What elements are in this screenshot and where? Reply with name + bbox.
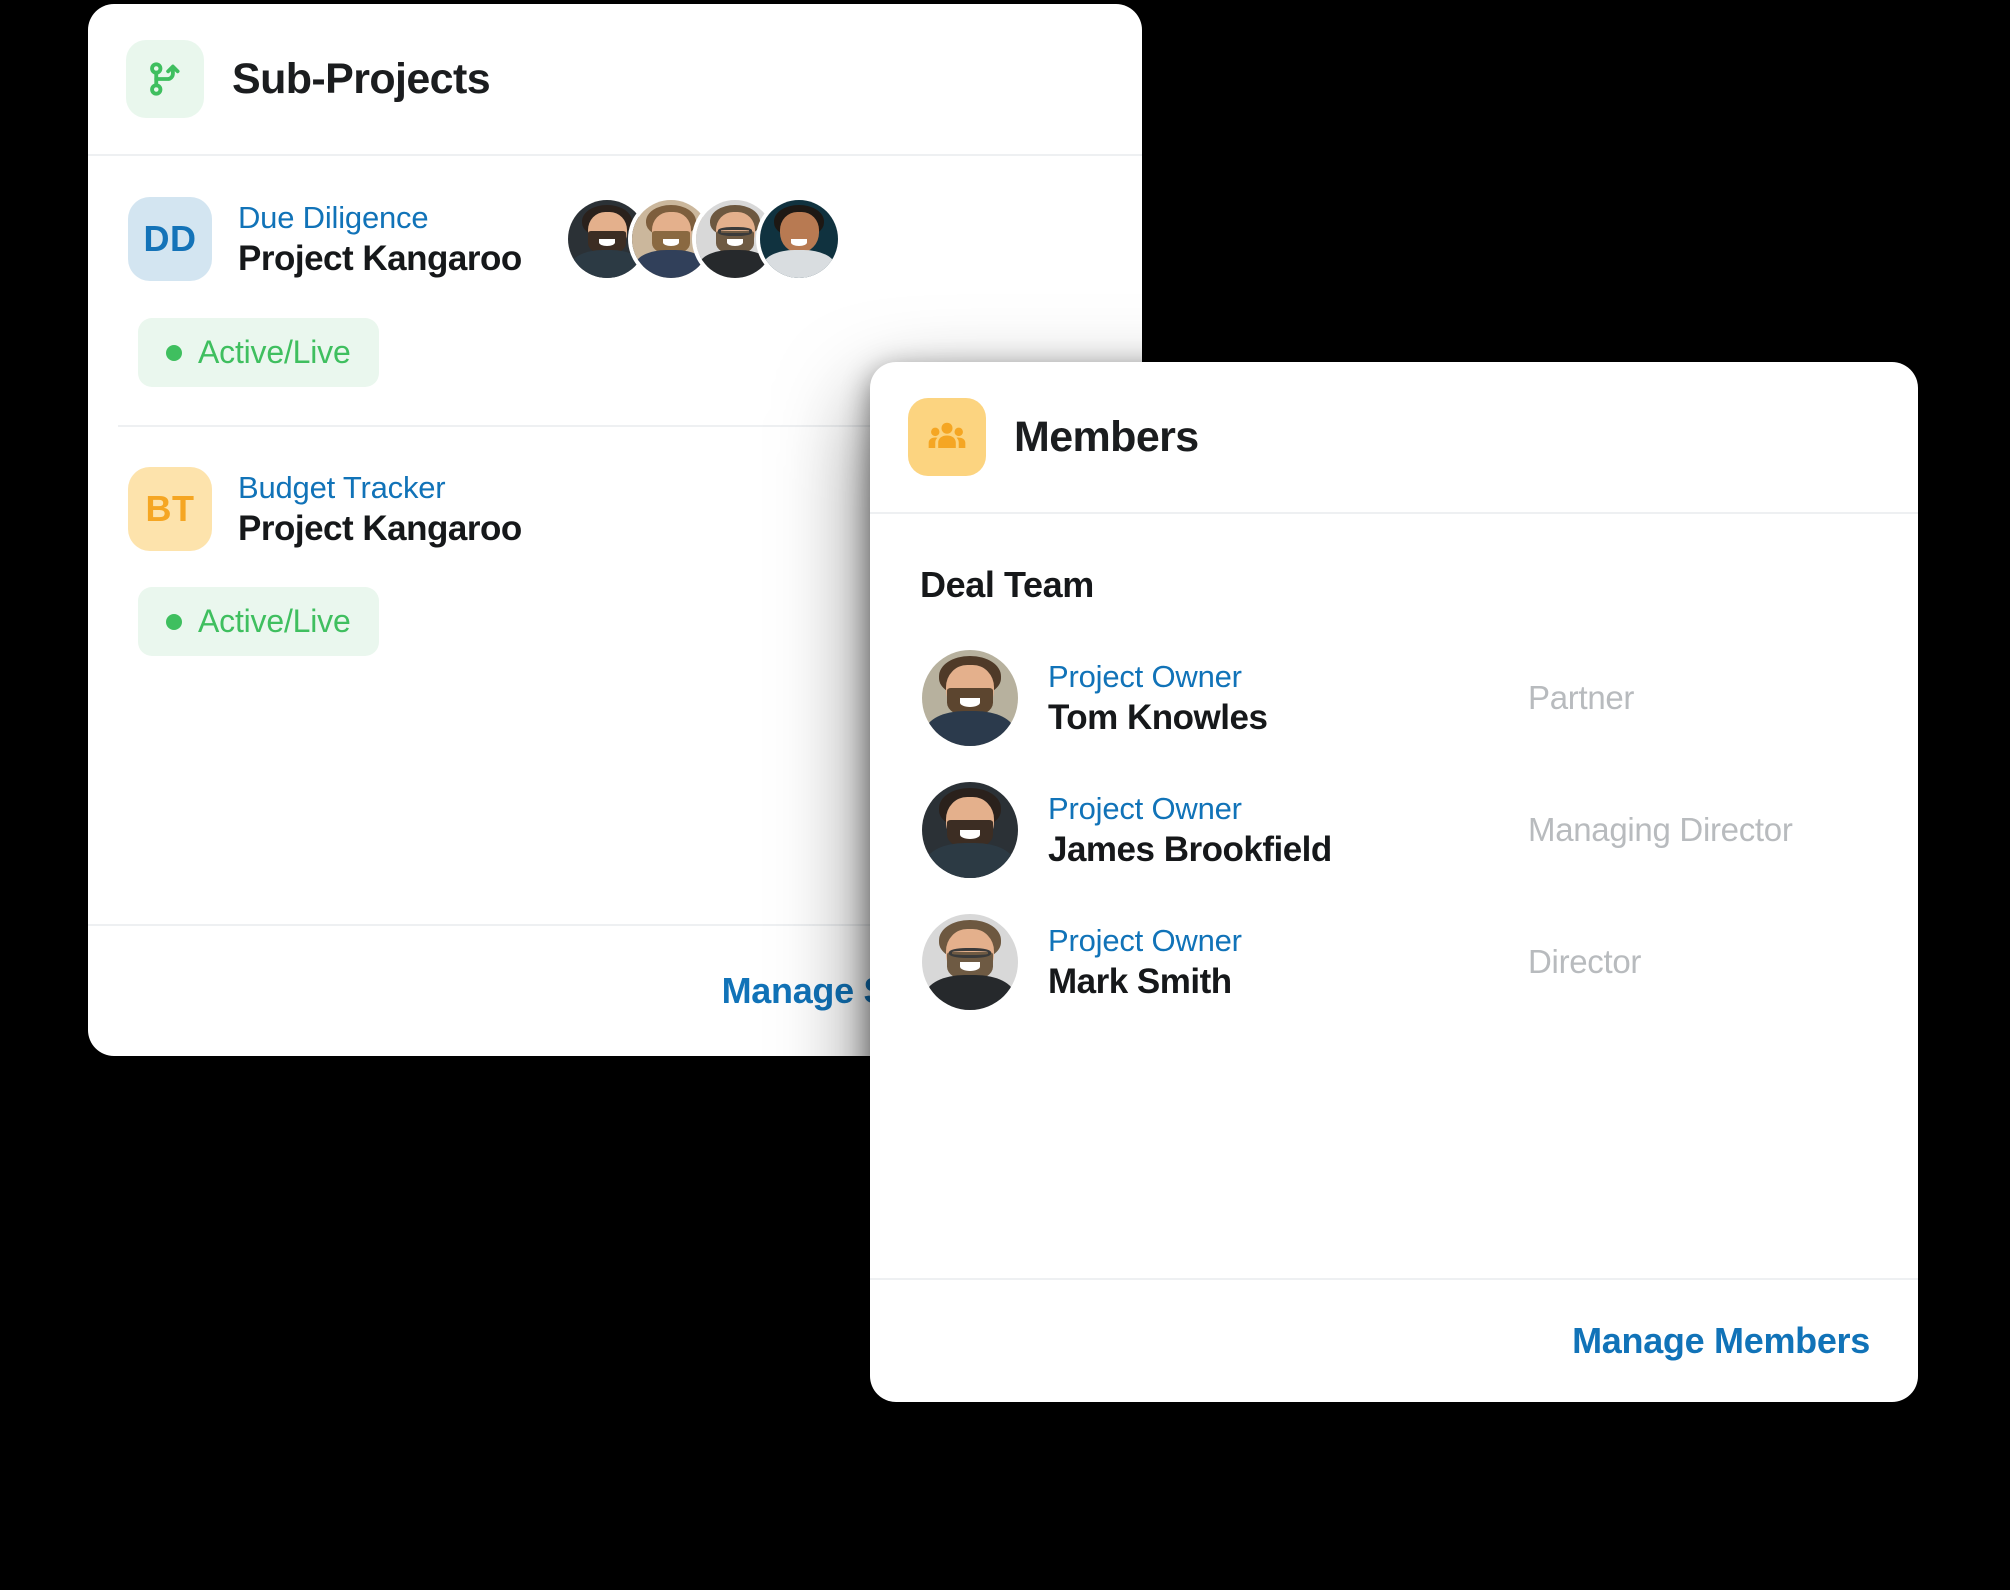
members-header: Members [870,362,1918,514]
member-kicker: Project Owner [1048,922,1242,958]
member-role: Director [1528,943,1642,980]
manage-members-link[interactable]: Manage Members [1572,1320,1870,1361]
sub-projects-header: Sub-Projects [88,4,1142,156]
sub-project-kicker: Budget Tracker [238,469,446,505]
member-text: Project Owner Mark Smith [1048,923,1528,1002]
member-row[interactable]: Project Owner James Brookfield Managing … [870,764,1918,896]
people-group-icon [908,398,986,476]
member-text: Project Owner James Brookfield [1048,791,1528,870]
status-dot-icon [166,613,182,630]
member-kicker: Project Owner [1048,790,1242,826]
status-label: Active/Live [198,334,351,370]
sub-projects-title: Sub-Projects [232,54,491,103]
sub-project-initials-badge: BT [128,467,212,551]
member-avatar-stack[interactable] [564,196,842,282]
member-text: Project Owner Tom Knowles [1048,659,1528,738]
page-background: Sub-Projects DD Due Diligence Project Ka… [0,0,2010,1590]
member-role: Partner [1528,679,1635,716]
status-dot-icon [166,344,182,361]
sub-project-kicker: Due Diligence [238,199,429,235]
members-title: Members [1014,412,1199,461]
member-name: Mark Smith [1048,961,1232,1001]
member-role: Managing Director [1528,811,1793,848]
status-badge: Active/Live [138,587,379,656]
member-row[interactable]: Project Owner Tom Knowles Partner [870,632,1918,764]
avatar [922,914,1018,1010]
status-label: Active/Live [198,603,351,639]
git-branch-icon [126,40,204,118]
sub-project-text: Budget Tracker Project Kangaroo [238,470,522,549]
deal-team-section-title: Deal Team [920,564,1094,605]
avatar [922,782,1018,878]
status-badge: Active/Live [138,318,379,387]
member-name: James Brookfield [1048,829,1332,869]
member-row[interactable]: Project Owner Mark Smith Director [870,896,1918,1028]
sub-project-text: Due Diligence Project Kangaroo [238,200,522,279]
avatar [922,650,1018,746]
member-list: Project Owner Tom Knowles Partner Projec… [870,606,1918,1028]
member-name: Tom Knowles [1048,697,1268,737]
sub-project-row-main: DD Due Diligence Project Kangaroo [128,196,1142,282]
sub-project-row-due-diligence[interactable]: DD Due Diligence Project Kangaroo Active… [88,156,1142,387]
member-kicker: Project Owner [1048,658,1242,694]
sub-project-initials-badge: DD [128,197,212,281]
sub-project-name: Project Kangaroo [238,508,522,548]
sub-project-name: Project Kangaroo [238,238,522,278]
members-card: Members Deal Team Project Owner Tom Know… [870,362,1918,1402]
members-footer: Manage Members [870,1278,1918,1402]
avatar [756,196,842,282]
